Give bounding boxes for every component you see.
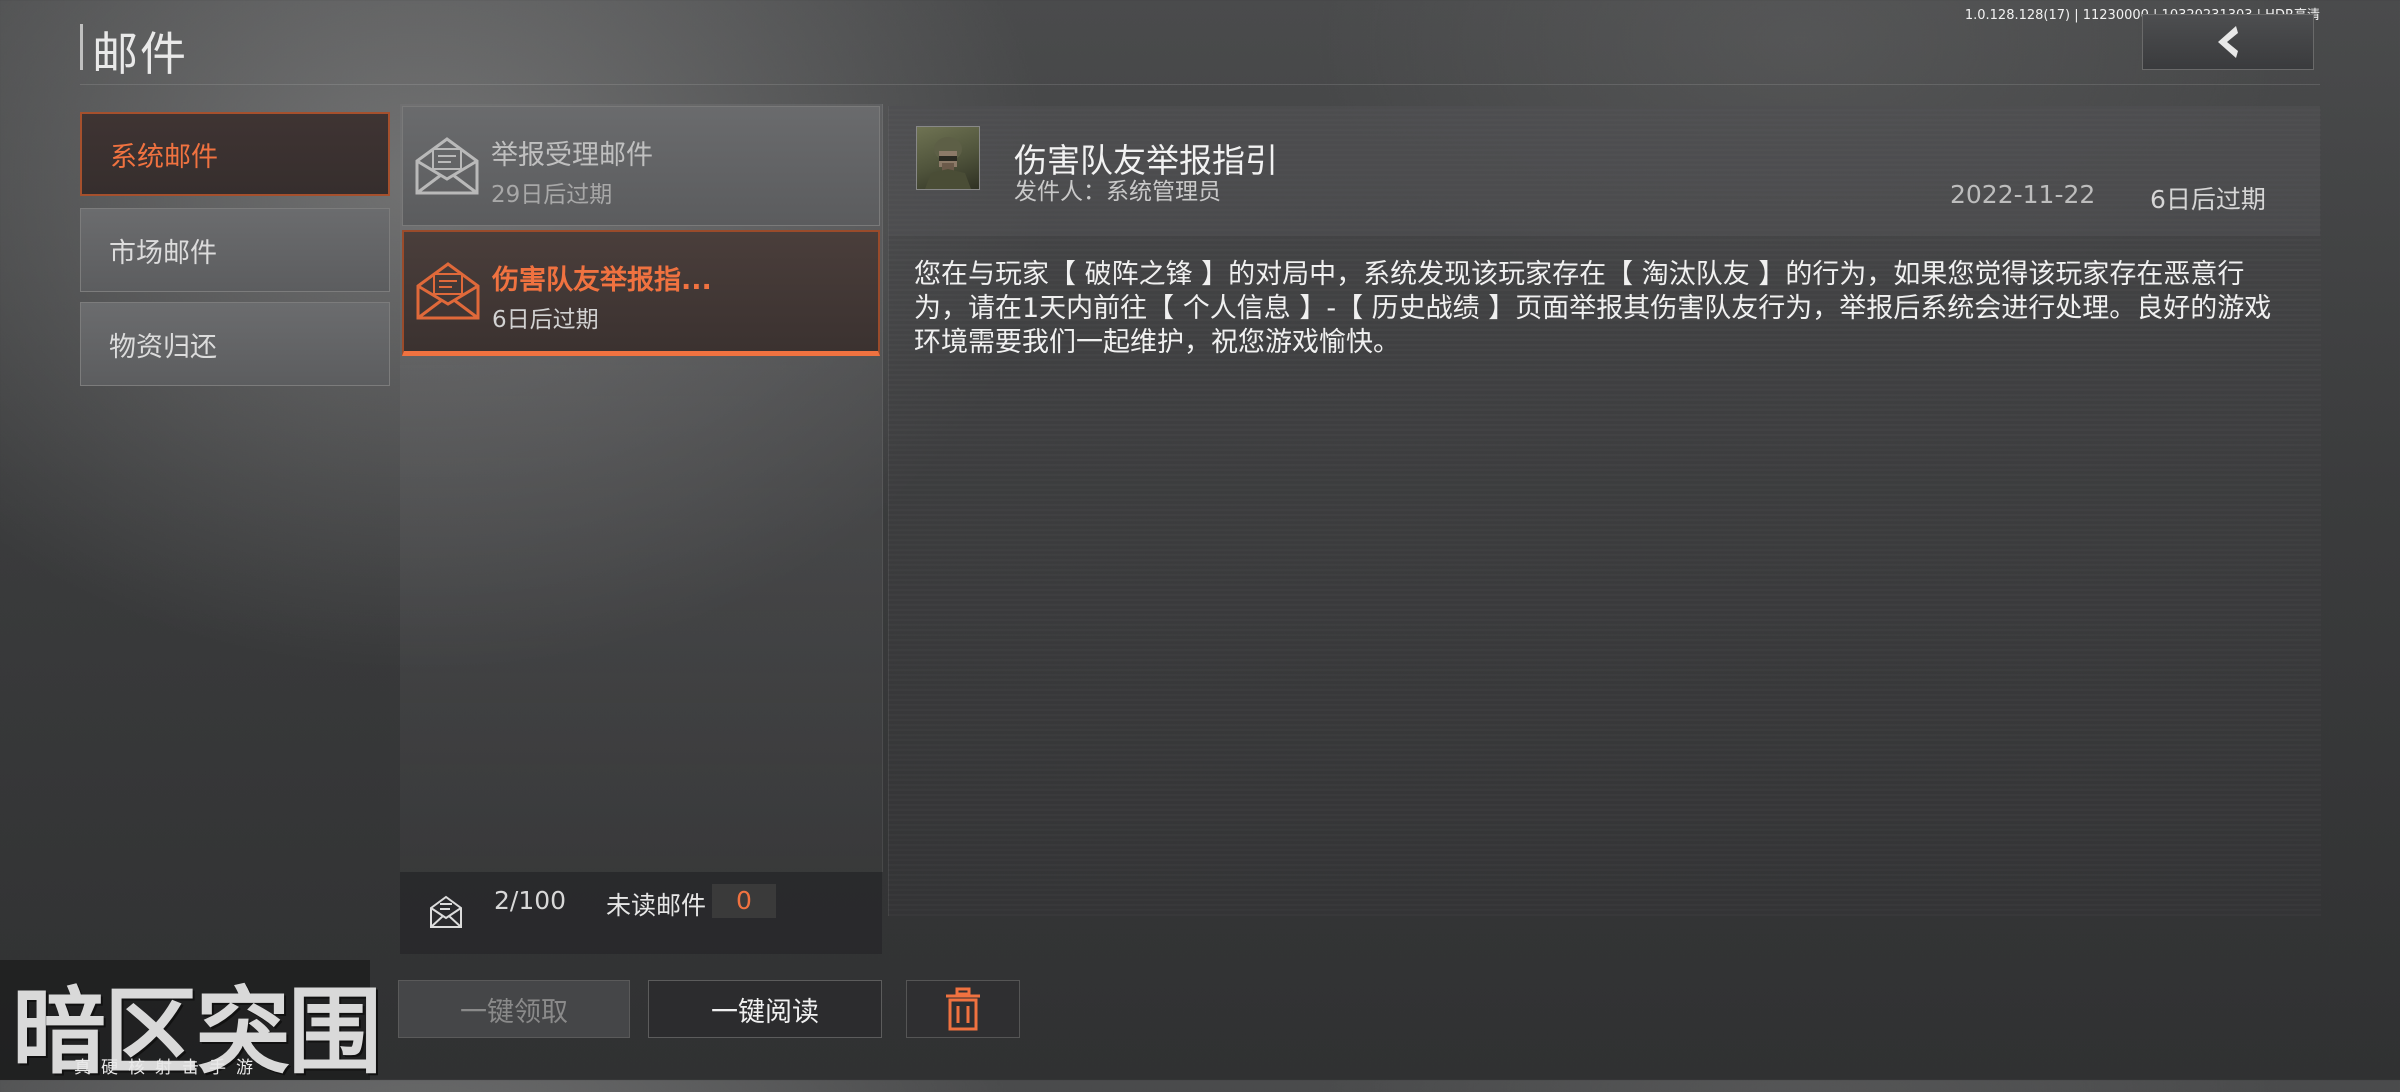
- game-tagline: 真硬核射击手游: [74, 1058, 263, 1078]
- category-label: 系统邮件: [110, 141, 218, 173]
- mail-body-text: 您在与玩家【 破阵之锋 】的对局中，系统发现该玩家存在【 淘汰队友 】的行为，如…: [914, 259, 2272, 358]
- envelope-icon: [416, 262, 480, 320]
- mail-detail-expiry: 6日后过期: [2150, 185, 2266, 214]
- read-all-label: 一键阅读: [711, 996, 819, 1028]
- mail-subject: 举报受理邮件: [491, 140, 653, 171]
- envelope-icon: [430, 895, 462, 928]
- envelope-icon: [415, 137, 479, 195]
- trash-icon: [946, 987, 980, 1031]
- mail-list-item[interactable]: 举报受理邮件 29日后过期: [402, 106, 880, 226]
- read-all-button[interactable]: 一键阅读: [648, 980, 882, 1038]
- category-system-mail[interactable]: 系统邮件: [80, 112, 390, 196]
- mail-list-item-selected[interactable]: 伤害队友举报指... 6日后过期: [402, 230, 880, 356]
- sender-avatar: [916, 126, 980, 190]
- category-market-mail[interactable]: 市场邮件: [80, 208, 390, 292]
- category-label: 物资归还: [109, 331, 217, 363]
- back-button[interactable]: [2142, 14, 2314, 70]
- mail-expiry: 6日后过期: [492, 307, 599, 333]
- chevron-left-icon: [2218, 26, 2238, 58]
- mail-sender: 发件人：系统管理员: [1014, 179, 1221, 205]
- category-label: 市场邮件: [109, 237, 217, 269]
- mail-count: 2/100: [494, 886, 567, 915]
- mail-date: 2022-11-22: [1950, 180, 2096, 209]
- header-divider: [80, 84, 2320, 85]
- category-supply-return[interactable]: 物资归还: [80, 302, 390, 386]
- mail-expiry: 29日后过期: [491, 182, 613, 208]
- unread-count: 0: [736, 886, 752, 915]
- mail-subject: 伤害队友举报指...: [492, 265, 712, 296]
- title-accent-bar: [80, 24, 83, 70]
- soldier-portrait-icon: [925, 137, 971, 189]
- delete-button[interactable]: [906, 980, 1020, 1038]
- unread-label: 未读邮件: [606, 891, 707, 920]
- page-title: 邮件: [92, 27, 188, 81]
- claim-all-button[interactable]: 一键领取: [398, 980, 630, 1038]
- claim-all-label: 一键领取: [460, 996, 568, 1028]
